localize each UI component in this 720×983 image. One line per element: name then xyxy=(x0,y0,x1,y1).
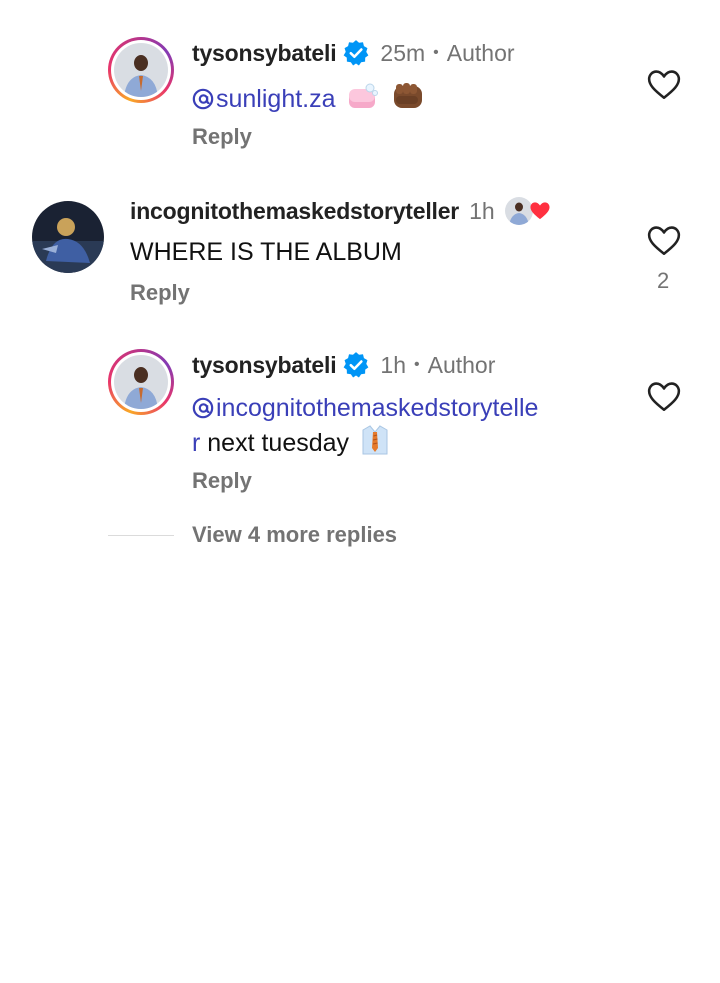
like-heart-icon[interactable] xyxy=(647,225,681,257)
separator-dot: • xyxy=(414,356,420,373)
avatar-tysonsybateli[interactable] xyxy=(108,349,174,415)
comment-text: incognitothemaskedstorytelle r next tues… xyxy=(192,392,622,459)
comment-time: 1h xyxy=(380,351,406,378)
username[interactable]: incognitothemaskedstoryteller xyxy=(130,198,459,225)
verified-badge-icon xyxy=(344,352,369,378)
like-heart-icon[interactable] xyxy=(647,381,681,413)
reply-button[interactable]: Reply xyxy=(192,468,252,494)
threads-at-icon xyxy=(192,397,214,419)
verified-badge-icon xyxy=(344,40,369,66)
reply-comment-1: tysonsybateli 25m • Author sunlight.za R… xyxy=(0,0,720,170)
mention-text[interactable]: incognitothemaskedstorytelle xyxy=(216,394,538,422)
author-tag: Author xyxy=(446,39,515,66)
comment-time: 25m xyxy=(380,39,426,66)
view-more-replies-button[interactable]: View 4 more replies xyxy=(108,522,397,548)
fist-emoji xyxy=(394,83,423,108)
profile-photo xyxy=(32,201,104,273)
avatar-tysonsybateli[interactable] xyxy=(108,37,174,103)
like-count: 2 xyxy=(657,268,670,293)
mention-link[interactable]: sunlight.za xyxy=(192,85,342,113)
separator-dot: • xyxy=(433,44,439,61)
avatar-incognitothemaskedstoryteller[interactable] xyxy=(32,201,104,273)
red-heart-icon xyxy=(530,202,550,220)
top-level-comment: incognitothemaskedstoryteller 1h WHERE I… xyxy=(0,180,720,330)
thread-divider-line xyxy=(108,534,174,536)
username[interactable]: tysonsybateli xyxy=(192,352,337,379)
reply-button[interactable]: Reply xyxy=(130,280,190,306)
profile-photo xyxy=(114,355,168,409)
comment-text: WHERE IS THE ALBUM xyxy=(130,238,402,266)
shirt-tie-emoji xyxy=(362,425,388,455)
username[interactable]: tysonsybateli xyxy=(192,40,337,67)
reply-text: next tuesday xyxy=(200,429,350,457)
like-heart-icon[interactable] xyxy=(647,69,681,101)
reply-button[interactable]: Reply xyxy=(192,124,252,150)
view-more-replies-label[interactable]: View 4 more replies xyxy=(192,522,397,548)
liked-by-author-indicator xyxy=(504,197,551,225)
mention-link[interactable]: incognitothemaskedstorytelle xyxy=(192,394,538,422)
soap-emoji xyxy=(349,83,379,108)
profile-photo xyxy=(114,43,168,97)
comment-text: sunlight.za xyxy=(192,80,425,115)
threads-at-icon xyxy=(192,88,214,110)
comment-time: 1h xyxy=(469,197,495,224)
author-tag: Author xyxy=(427,351,496,378)
reply-comment-2: tysonsybateli 1h • Author incognitothema… xyxy=(0,340,720,510)
mention-text[interactable]: sunlight.za xyxy=(216,85,336,113)
